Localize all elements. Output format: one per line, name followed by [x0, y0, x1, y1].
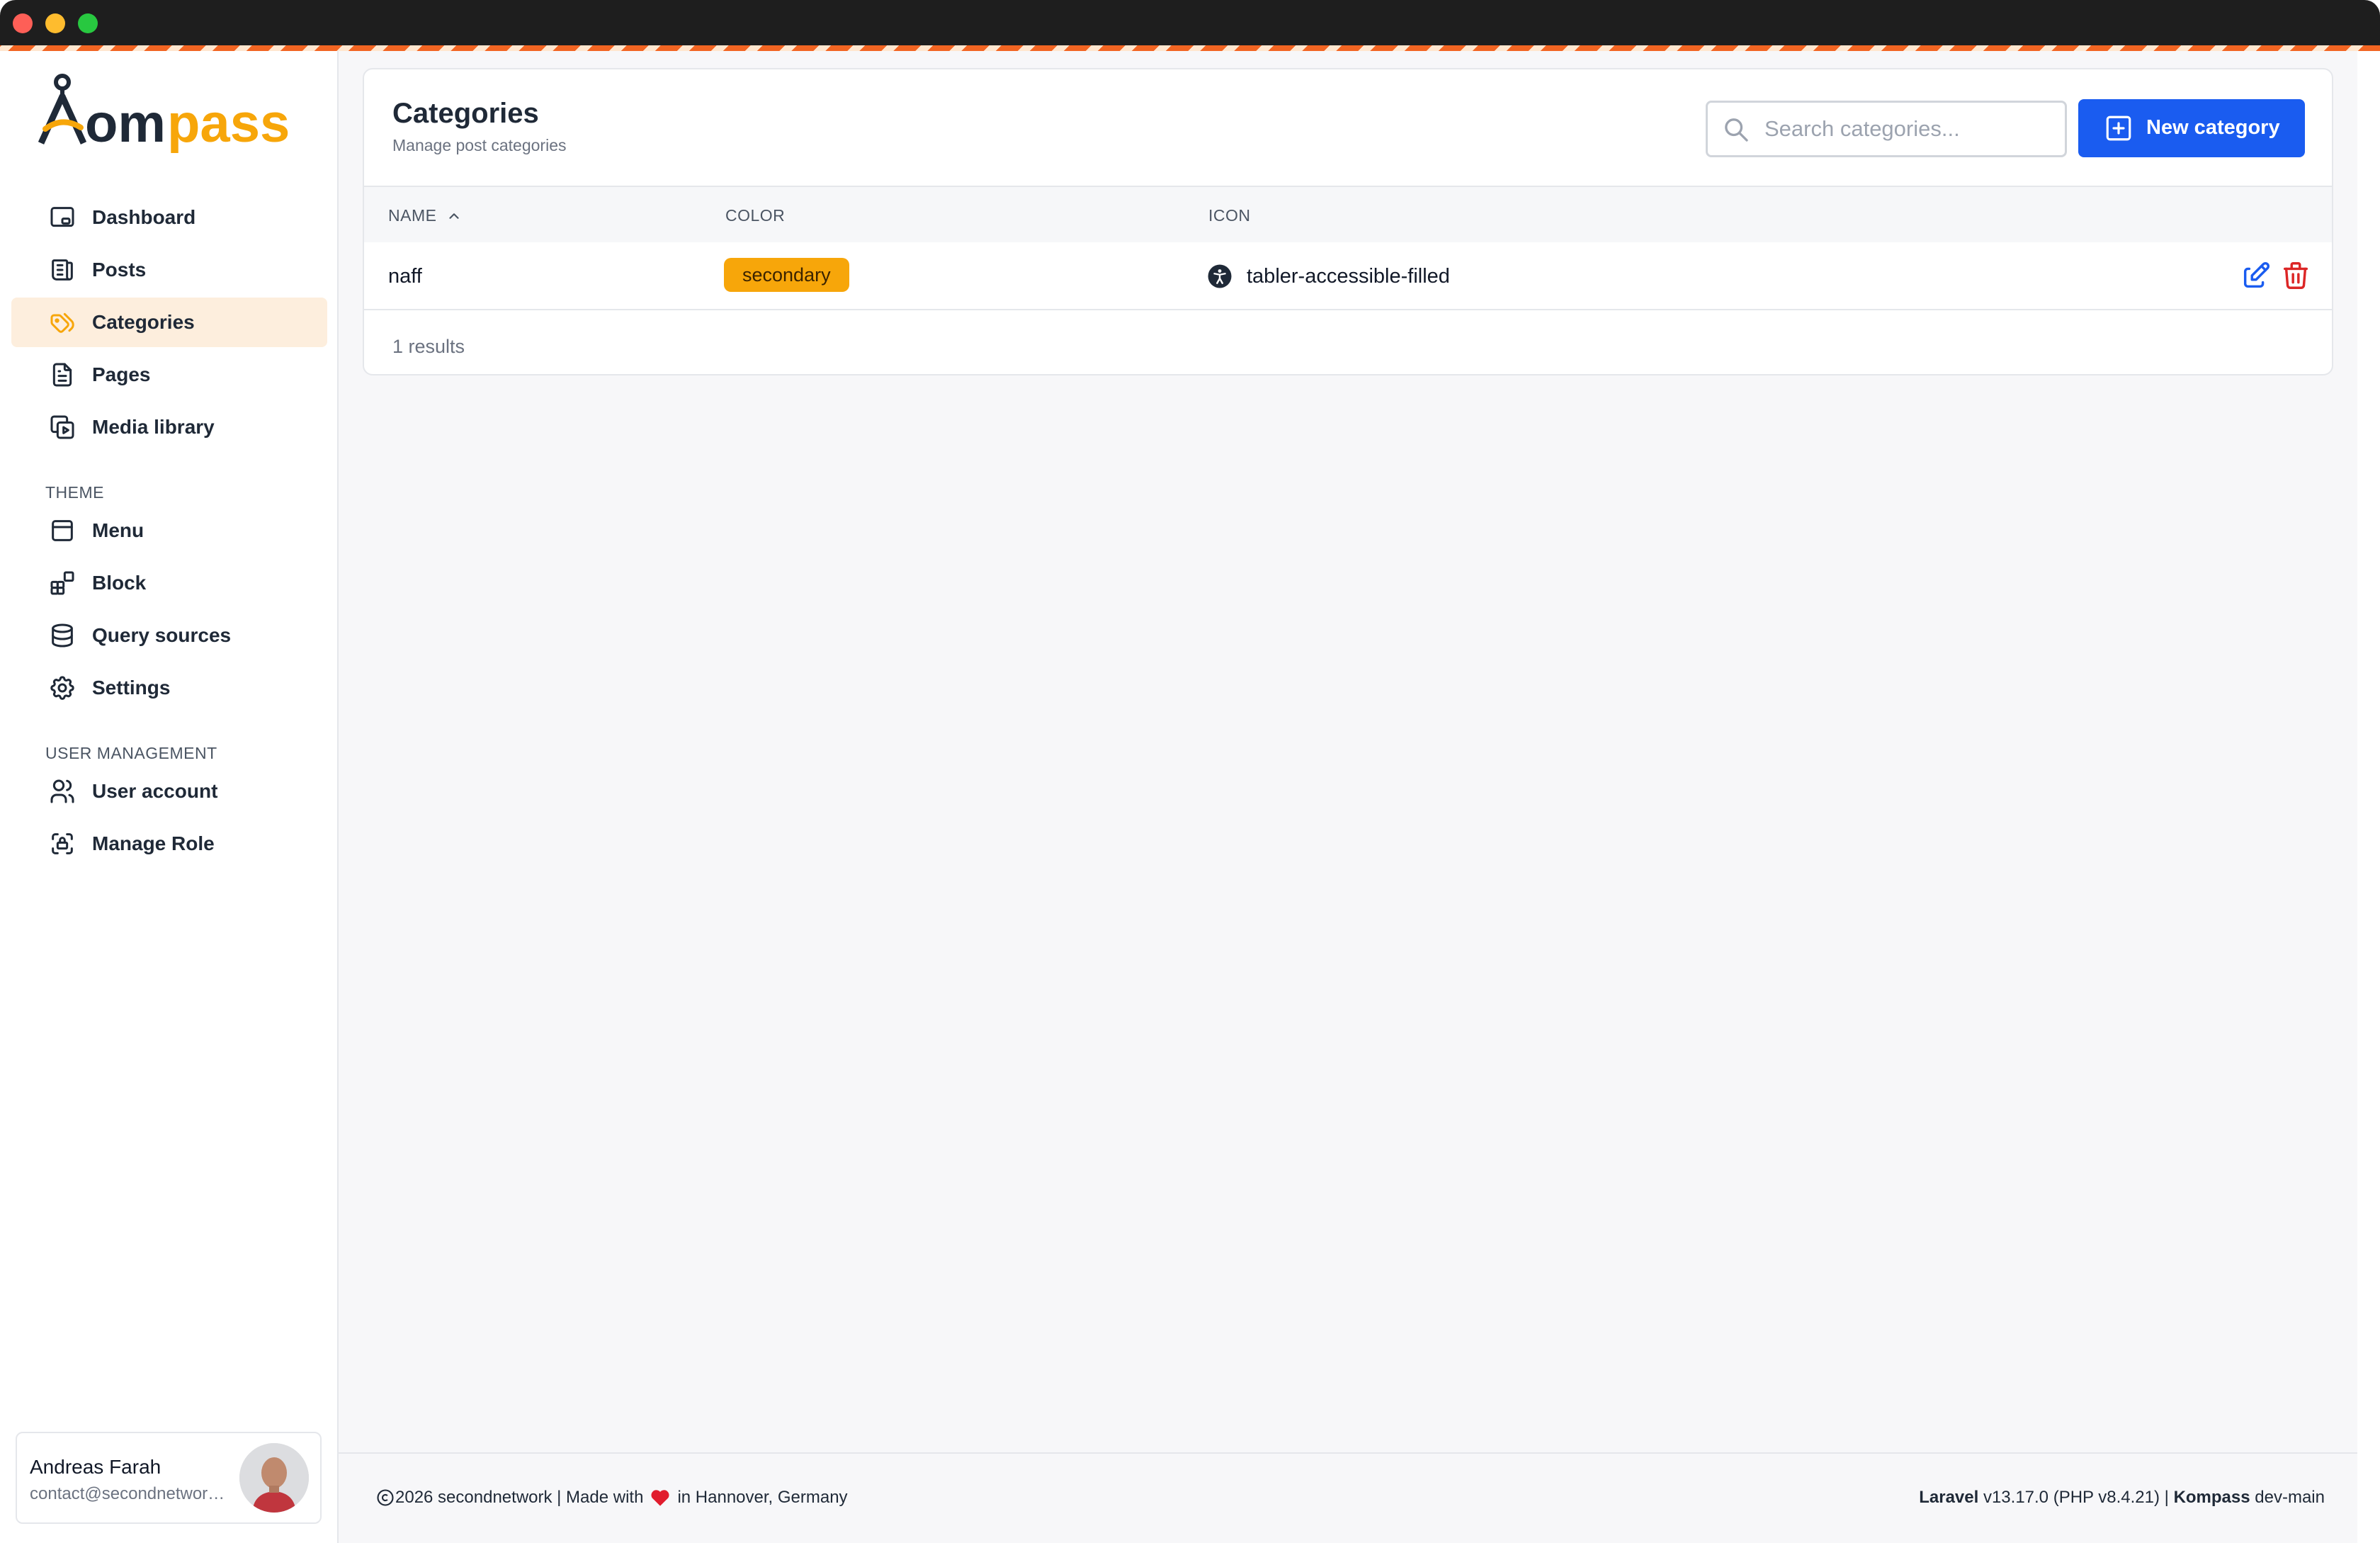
- app-window: om pass Dashboard Posts Categories Pages…: [0, 0, 2380, 1543]
- theme-section-title: THEME: [45, 483, 104, 502]
- sidebar-item-label: Menu: [92, 519, 144, 541]
- database-icon: [47, 620, 78, 651]
- user-email: contact@secondnetwork.de: [30, 1484, 228, 1503]
- close-window-button[interactable]: [13, 13, 33, 33]
- search-box[interactable]: [1706, 101, 2067, 157]
- edit-icon[interactable]: [2240, 259, 2272, 292]
- dev-environment-stripe: [0, 45, 2380, 51]
- dashboard-icon: [47, 202, 78, 233]
- sidebar-item-query-sources[interactable]: Query sources: [11, 611, 327, 660]
- category-name-cell[interactable]: naff: [388, 265, 422, 288]
- icon-name-cell: tabler-accessible-filled: [1247, 265, 1450, 288]
- trash-icon[interactable]: [2279, 259, 2312, 292]
- sidebar-item-dashboard[interactable]: Dashboard: [11, 193, 327, 242]
- sidebar-item-label: Posts: [92, 259, 147, 281]
- role-icon: [47, 828, 78, 859]
- sidebar-item-manage-role[interactable]: Manage Role: [11, 819, 327, 869]
- page-title: Categories: [392, 98, 539, 129]
- table-header: NAME COLOR ICON: [364, 186, 2332, 242]
- sidebar: om pass Dashboard Posts Categories Pages…: [0, 51, 339, 1543]
- results-count: 1 results: [392, 336, 465, 357]
- kompass-label: Kompass: [2173, 1488, 2250, 1507]
- maximize-window-button[interactable]: [78, 13, 98, 33]
- sidebar-item-settings[interactable]: Settings: [11, 663, 327, 713]
- sidebar-item-label: Media library: [92, 416, 215, 438]
- menu-icon: [47, 515, 78, 546]
- sidebar-item-label: Manage Role: [92, 832, 215, 854]
- heart-icon: [651, 1490, 669, 1506]
- sidebar-item-media-library[interactable]: Media library: [11, 402, 327, 452]
- sidebar-item-label: Dashboard: [92, 206, 196, 228]
- sidebar-item-categories[interactable]: Categories: [11, 298, 327, 347]
- sidebar-item-label: Categories: [92, 311, 195, 333]
- new-category-button[interactable]: New category: [2078, 99, 2305, 157]
- sidebar-item-label: Settings: [92, 677, 171, 699]
- page-icon: [47, 359, 78, 390]
- new-category-label: New category: [2146, 116, 2280, 139]
- logo-text-accent: pass: [167, 94, 290, 154]
- chevron-up-icon: [449, 213, 460, 219]
- minimize-window-button[interactable]: [45, 13, 65, 33]
- accessible-icon: [1207, 264, 1232, 289]
- window-titlebar: [0, 0, 2380, 45]
- footer-location: in Hannover, Germany: [677, 1488, 848, 1507]
- footer-versions: Laravel v13.17.0 (PHP v8.4.21) | Kompass…: [1919, 1488, 2325, 1508]
- column-header-label: NAME: [388, 206, 437, 225]
- kompass-logo[interactable]: om pass: [35, 67, 305, 159]
- users-icon: [47, 776, 78, 807]
- sidebar-item-label: User account: [92, 780, 218, 802]
- app-body: om pass Dashboard Posts Categories Pages…: [0, 51, 2357, 1543]
- posts-icon: [47, 254, 78, 286]
- user-name: Andreas Farah: [30, 1456, 162, 1478]
- kompass-version: dev-main: [2255, 1488, 2325, 1507]
- sidebar-item-block[interactable]: Block: [11, 558, 327, 608]
- laravel-label: Laravel: [1919, 1488, 1979, 1507]
- media-icon: [47, 412, 78, 443]
- block-icon: [47, 567, 78, 599]
- footer-copyright: 2026 secondnetwork | Made with in Hannov…: [375, 1488, 848, 1508]
- sidebar-item-menu[interactable]: Menu: [11, 506, 327, 555]
- user-management-section-title: USER MANAGEMENT: [45, 744, 217, 762]
- sidebar-item-user-account[interactable]: User account: [11, 767, 327, 816]
- gear-icon: [47, 672, 78, 703]
- categories-card: Categories Manage post categories New ca…: [363, 68, 2333, 375]
- plus-square-icon: [2104, 113, 2134, 143]
- footer: 2026 secondnetwork | Made with in Hannov…: [339, 1452, 2357, 1543]
- page-subtitle: Manage post categories: [392, 136, 567, 154]
- sidebar-item-label: Block: [92, 572, 147, 594]
- avatar[interactable]: [239, 1443, 309, 1513]
- column-header-icon[interactable]: ICON: [1208, 206, 1251, 225]
- tags-icon: [47, 307, 78, 338]
- sidebar-item-label: Pages: [92, 363, 151, 385]
- logo-text-dark: om: [85, 94, 166, 154]
- color-badge: secondary: [724, 258, 849, 292]
- search-input[interactable]: [1764, 103, 2055, 155]
- search-icon: [1722, 115, 1750, 144]
- table-row[interactable]: naff secondary tabler-accessible-filled: [364, 242, 2332, 310]
- user-profile-card[interactable]: Andreas Farah contact@secondnetwork.de: [16, 1432, 322, 1524]
- sidebar-item-pages[interactable]: Pages: [11, 350, 327, 400]
- column-header-name[interactable]: NAME: [388, 206, 462, 225]
- footer-copyright-text: 2026 secondnetwork | Made with: [395, 1488, 644, 1507]
- copyright-icon: [377, 1489, 394, 1506]
- laravel-version: v13.17.0 (PHP v8.4.21) |: [1983, 1488, 2169, 1507]
- sidebar-item-posts[interactable]: Posts: [11, 245, 327, 295]
- sidebar-item-label: Query sources: [92, 624, 232, 646]
- column-header-color[interactable]: COLOR: [725, 206, 785, 225]
